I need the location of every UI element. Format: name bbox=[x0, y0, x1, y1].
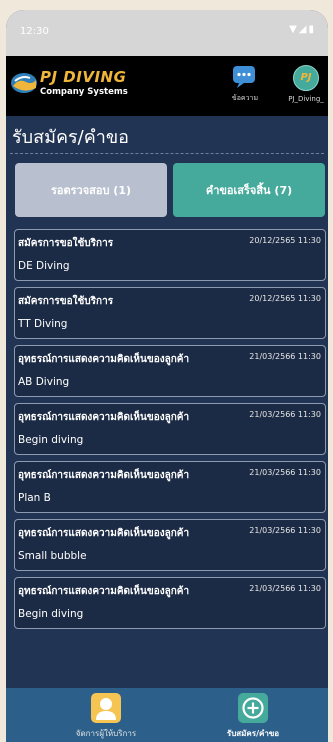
status-icons: ▼◢▮ bbox=[289, 24, 316, 35]
tab-completed-requests[interactable]: คำขอเสร็จสิ้น (7) bbox=[173, 163, 325, 217]
request-type: อุทธรณ์การแสดงความคิดเห็นของลูกค้า bbox=[18, 412, 190, 423]
messages-button[interactable]: ข้อความ bbox=[225, 65, 265, 113]
list-item[interactable]: สมัครการขอใช้บริการ 20/12/2565 11:30 TT … bbox=[14, 287, 326, 339]
request-date: 20/12/2565 11:30 bbox=[249, 236, 321, 245]
request-type: อุทธรณ์การแสดงความคิดเห็นของลูกค้า bbox=[18, 528, 190, 539]
list-item[interactable]: อุทธรณ์การแสดงความคิดเห็นของลูกค้า 21/03… bbox=[14, 461, 326, 513]
user-profile-button[interactable]: PJ PJ_Diving_ bbox=[284, 65, 328, 113]
list-item[interactable]: อุทธรณ์การแสดงความคิดเห็นของลูกค้า 21/03… bbox=[14, 403, 326, 455]
request-list: สมัครการขอใช้บริการ 20/12/2565 11:30 DE … bbox=[14, 229, 326, 635]
request-type: อุทธรณ์การแสดงความคิดเห็นของลูกค้า bbox=[18, 354, 190, 365]
nav-label-providers: จัดการผู้ให้บริการ bbox=[75, 729, 137, 738]
status-bar: 12:30 ▼◢▮ bbox=[6, 10, 328, 56]
bottom-navigation: จัดการผู้ให้บริการ รับสมัคร/คำขอ bbox=[6, 688, 328, 742]
user-label: PJ_Diving_ bbox=[288, 95, 324, 103]
request-date: 21/03/2566 11:30 bbox=[249, 526, 321, 535]
status-time: 12:30 bbox=[20, 26, 49, 37]
request-date: 20/12/2565 11:30 bbox=[249, 294, 321, 303]
list-item[interactable]: อุทธรณ์การแสดงความคิดเห็นของลูกค้า 21/03… bbox=[14, 519, 326, 571]
request-company: Begin diving bbox=[18, 434, 84, 446]
list-item[interactable]: อุทธรณ์การแสดงความคิดเห็นของลูกค้า 21/03… bbox=[14, 345, 326, 397]
request-company: DE Diving bbox=[18, 260, 70, 272]
request-type: สมัครการขอใช้บริการ bbox=[18, 238, 114, 249]
diving-logo-icon bbox=[11, 73, 37, 93]
app-bar: PJ DIVING Company Systems ข้อความ PJ PJ_… bbox=[6, 56, 328, 116]
person-icon bbox=[91, 693, 121, 723]
brand-subtitle: Company Systems bbox=[40, 87, 128, 97]
request-date: 21/03/2566 11:30 bbox=[249, 468, 321, 477]
page-title: รับสมัคร/คำขอ bbox=[12, 127, 129, 148]
nav-manage-providers[interactable]: จัดการผู้ให้บริการ bbox=[61, 693, 151, 740]
phone-screen: 12:30 ▼◢▮ PJ DIVING Company Systems ข้อค… bbox=[6, 10, 328, 742]
request-date: 21/03/2566 11:30 bbox=[249, 584, 321, 593]
tab-pending-review[interactable]: รอตรวจสอบ (1) bbox=[15, 163, 167, 217]
list-item[interactable]: สมัครการขอใช้บริการ 20/12/2565 11:30 DE … bbox=[14, 229, 326, 281]
chat-icon bbox=[233, 66, 255, 88]
list-item[interactable]: อุทธรณ์การแสดงความคิดเห็นของลูกค้า 21/03… bbox=[14, 577, 326, 629]
nav-requests[interactable]: รับสมัคร/คำขอ bbox=[208, 693, 298, 740]
request-type: อุทธรณ์การแสดงความคิดเห็นของลูกค้า bbox=[18, 470, 190, 481]
request-company: AB Diving bbox=[18, 376, 70, 388]
request-date: 21/03/2566 11:30 bbox=[249, 352, 321, 361]
nav-label-requests: รับสมัคร/คำขอ bbox=[226, 729, 280, 738]
messages-label: ข้อความ bbox=[231, 94, 259, 102]
request-type: สมัครการขอใช้บริการ bbox=[18, 296, 114, 307]
plus-circle-icon bbox=[238, 693, 268, 723]
brand-title: PJ DIVING bbox=[40, 68, 127, 86]
request-company: Small bubble bbox=[18, 550, 87, 562]
request-date: 21/03/2566 11:30 bbox=[249, 410, 321, 419]
title-divider bbox=[10, 153, 324, 154]
request-company: Begin diving bbox=[18, 608, 84, 620]
brand-logo: PJ DIVING Company Systems bbox=[10, 68, 170, 104]
request-type: อุทธรณ์การแสดงความคิดเห็นของลูกค้า bbox=[18, 586, 190, 597]
avatar: PJ bbox=[293, 65, 319, 91]
request-company: TT Diving bbox=[18, 318, 68, 330]
request-company: Plan B bbox=[18, 492, 51, 504]
